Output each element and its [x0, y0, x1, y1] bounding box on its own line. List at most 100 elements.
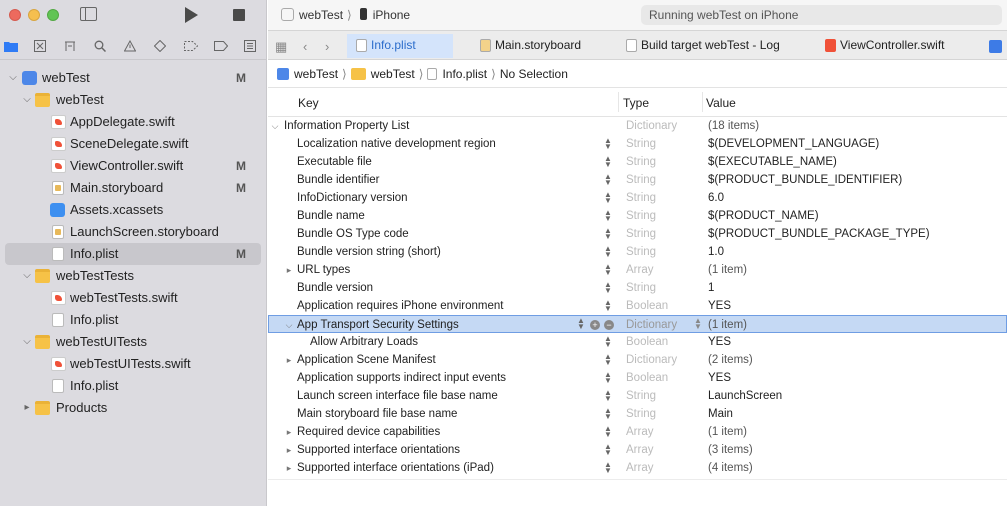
- stepper-icon[interactable]: ▲ ▼: [604, 389, 612, 403]
- plist-value[interactable]: Main: [708, 405, 733, 423]
- plist-value[interactable]: YES: [708, 369, 731, 387]
- plist-row[interactable]: ▸ Required device capabilities ▲ ▼ Array …: [268, 423, 1007, 441]
- search-icon[interactable]: [94, 40, 106, 52]
- disclosure-open-icon[interactable]: ⌵: [22, 89, 32, 111]
- stepper-icon[interactable]: ▲ ▼: [604, 335, 612, 349]
- tree-item-file[interactable]: SceneDelegate.swift: [0, 133, 266, 155]
- source-control-icon[interactable]: [34, 40, 46, 52]
- type-stepper-icon[interactable]: ▲ ▼: [694, 317, 702, 331]
- stepper-icon[interactable]: ▲ ▼: [604, 155, 612, 169]
- stepper-icon[interactable]: ▲ ▼: [604, 353, 612, 367]
- stepper-icon[interactable]: ▲ ▼: [604, 227, 612, 241]
- tab-main-storyboard[interactable]: Main.storyboard: [471, 34, 601, 58]
- disclosure-open-icon[interactable]: ⌵: [22, 265, 32, 287]
- plist-row[interactable]: ▸ URL types ▲ ▼ Array (1 item): [268, 261, 1007, 279]
- stepper-icon[interactable]: ▲ ▼: [604, 209, 612, 223]
- debug-navigator-icon[interactable]: [184, 40, 198, 52]
- disclosure-closed-icon[interactable]: ▸: [284, 351, 294, 369]
- plist-value[interactable]: $(PRODUCT_NAME): [708, 207, 819, 225]
- disclosure-closed-icon[interactable]: ▸: [284, 423, 294, 441]
- tree-item-file[interactable]: Assets.xcassets: [0, 199, 266, 221]
- tree-item-file[interactable]: Main.storyboard M: [0, 177, 266, 199]
- plist-row[interactable]: Application supports indirect input even…: [268, 369, 1007, 387]
- stepper-icon[interactable]: ▲ ▼: [604, 299, 612, 313]
- plist-row[interactable]: ▸ Application Scene Manifest ▲ ▼ Dictiona…: [268, 351, 1007, 369]
- run-button[interactable]: [185, 7, 198, 23]
- zoom-window-button[interactable]: [47, 9, 59, 21]
- plist-row[interactable]: Bundle name ▲ ▼ String $(PRODUCT_NAME): [268, 207, 1007, 225]
- tree-item-file[interactable]: Info.plist: [0, 309, 266, 331]
- plist-value[interactable]: LaunchScreen: [708, 387, 782, 405]
- breadcrumb-selection[interactable]: No Selection: [500, 67, 568, 81]
- plist-type[interactable]: Dictionary: [626, 316, 677, 334]
- tab-info-plist[interactable]: Info.plist: [347, 34, 453, 58]
- stepper-icon[interactable]: ▲ ▼: [604, 425, 612, 439]
- breadcrumb-project[interactable]: webTest: [294, 67, 338, 81]
- tree-item-group[interactable]: ⌵ webTestUITests: [0, 331, 266, 353]
- plist-value[interactable]: YES: [708, 333, 731, 351]
- stepper-icon[interactable]: ▲ ▼: [604, 245, 612, 259]
- plist-value[interactable]: 1.0: [708, 243, 724, 261]
- disclosure-open-icon[interactable]: ⌵: [284, 316, 294, 334]
- plist-row[interactable]: InfoDictionary version ▲ ▼ String 6.0: [268, 189, 1007, 207]
- breakpoint-navigator-icon[interactable]: [214, 40, 228, 52]
- add-item-icon[interactable]: +: [590, 320, 600, 330]
- forward-arrow-icon[interactable]: ›: [325, 39, 329, 54]
- stepper-icon[interactable]: ▲ ▼: [604, 461, 612, 475]
- back-arrow-icon[interactable]: ‹: [303, 39, 307, 54]
- plist-row[interactable]: Main storyboard file base name ▲ ▼ String…: [268, 405, 1007, 423]
- plist-value[interactable]: $(PRODUCT_BUNDLE_IDENTIFIER): [708, 171, 902, 189]
- tree-item-group[interactable]: ⌵ webTestTests: [0, 265, 266, 287]
- overflow-tab-icon[interactable]: [989, 40, 1002, 53]
- plist-row[interactable]: Launch screen interface file base name ▲…: [268, 387, 1007, 405]
- breadcrumb-group[interactable]: webTest: [371, 67, 415, 81]
- plist-row[interactable]: Application requires iPhone environment …: [268, 297, 1007, 315]
- plist-key[interactable]: App Transport Security Settings: [297, 316, 459, 334]
- plist-row[interactable]: Localization native development region ▲…: [268, 135, 1007, 153]
- issue-navigator-icon[interactable]: [124, 40, 136, 52]
- grid-icon[interactable]: ▦: [275, 39, 287, 55]
- plist-value[interactable]: YES: [708, 297, 731, 315]
- disclosure-closed-icon[interactable]: ▸: [284, 261, 294, 279]
- column-header-value[interactable]: Value: [706, 96, 736, 110]
- tree-item-file[interactable]: ViewController.swift M: [0, 155, 266, 177]
- stepper-icon[interactable]: ▲ ▼: [604, 263, 612, 277]
- plist-row[interactable]: Bundle version string (short) ▲ ▼ String …: [268, 243, 1007, 261]
- folder-icon[interactable]: [4, 40, 18, 52]
- breadcrumb-file[interactable]: Info.plist: [442, 67, 487, 81]
- column-divider[interactable]: [702, 92, 703, 112]
- plist-row[interactable]: Executable file ▲ ▼ String $(EXECUTABLE_N…: [268, 153, 1007, 171]
- stepper-icon[interactable]: ▲ ▼: [604, 173, 612, 187]
- tab-build-log[interactable]: Build target webTest - Log: [617, 34, 792, 58]
- plist-row[interactable]: ▸ Supported interface orientations (iPad…: [268, 459, 1007, 477]
- scheme-selector[interactable]: webTest ⟩ iPhone: [281, 5, 410, 25]
- plist-row-root[interactable]: ⌵ Information Property List Dictionary (…: [268, 117, 1007, 135]
- tree-item-file[interactable]: LaunchScreen.storyboard: [0, 221, 266, 243]
- stepper-icon[interactable]: ▲ ▼: [604, 137, 612, 151]
- tree-item-file[interactable]: webTestUITests.swift: [0, 353, 266, 375]
- plist-row[interactable]: Bundle OS Type code ▲ ▼ String $(PRODUCT_…: [268, 225, 1007, 243]
- tree-item-file-selected[interactable]: Info.plist M: [5, 243, 261, 265]
- report-navigator-icon[interactable]: [244, 40, 256, 52]
- disclosure-open-icon[interactable]: ⌵: [8, 67, 18, 89]
- sidebar-toggle-icon[interactable]: [80, 7, 97, 21]
- stepper-icon[interactable]: ▲ ▼: [604, 281, 612, 295]
- column-header-type[interactable]: Type: [623, 96, 649, 110]
- plist-row[interactable]: Bundle version ▲ ▼ String 1: [268, 279, 1007, 297]
- plist-value[interactable]: $(DEVELOPMENT_LANGUAGE): [708, 135, 879, 153]
- minimize-window-button[interactable]: [28, 9, 40, 21]
- column-divider[interactable]: [618, 92, 619, 112]
- stepper-icon[interactable]: ▲ ▼: [604, 443, 612, 457]
- plist-row[interactable]: Allow Arbitrary Loads ▲ ▼ Boolean YES: [268, 333, 1007, 351]
- plist-value[interactable]: 1: [708, 279, 714, 297]
- tree-item-file[interactable]: AppDelegate.swift: [0, 111, 266, 133]
- plist-value[interactable]: $(EXECUTABLE_NAME): [708, 153, 837, 171]
- column-header-key[interactable]: Key: [298, 96, 319, 110]
- tab-viewcontroller[interactable]: ViewController.swift: [816, 34, 956, 58]
- test-navigator-icon[interactable]: [154, 40, 166, 52]
- tree-item-group[interactable]: ▸ Products: [0, 397, 266, 419]
- symbol-navigator-icon[interactable]: [64, 40, 76, 52]
- tree-item-group[interactable]: ⌵ webTest: [0, 89, 266, 111]
- disclosure-closed-icon[interactable]: ▸: [284, 441, 294, 459]
- plist-row[interactable]: ▸ Supported interface orientations ▲ ▼ Ar…: [268, 441, 1007, 459]
